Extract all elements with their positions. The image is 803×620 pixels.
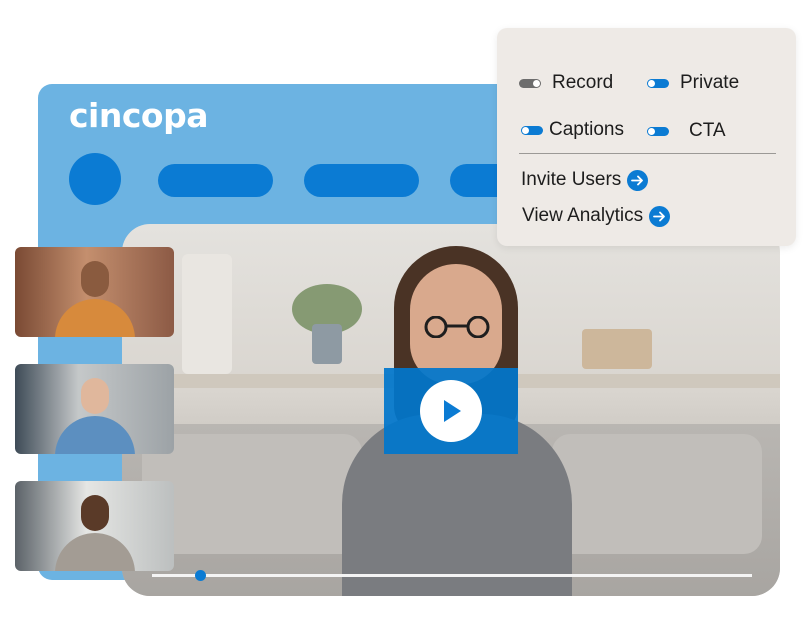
nav-item-1[interactable] xyxy=(158,164,273,197)
sofa-cushion-left xyxy=(142,434,362,554)
captions-toggle[interactable] xyxy=(521,125,543,135)
settings-panel: Record Private Captions CTA Invite Users… xyxy=(497,28,796,246)
play-icon xyxy=(444,400,461,422)
captions-label: Captions xyxy=(549,119,624,140)
invite-users-label: Invite Users xyxy=(521,169,622,190)
private-label: Private xyxy=(680,72,740,93)
background-box xyxy=(582,329,652,369)
progress-bar[interactable] xyxy=(152,570,752,581)
arrow-right-circle-icon xyxy=(627,169,649,191)
play-circle xyxy=(420,380,482,442)
participant-thumbnail-2[interactable] xyxy=(15,364,174,454)
background-lamp xyxy=(182,254,232,374)
panel-divider xyxy=(519,153,776,154)
play-button[interactable] xyxy=(384,368,518,454)
sofa-cushion-right xyxy=(552,434,762,554)
glasses-icon xyxy=(424,316,490,338)
nav-item-2[interactable] xyxy=(304,164,419,197)
record-label: Record xyxy=(552,72,614,93)
private-toggle[interactable] xyxy=(647,78,669,88)
background-plant-pot xyxy=(312,324,342,364)
nav-avatar[interactable] xyxy=(69,153,121,205)
arrow-right-circle-icon xyxy=(649,205,671,227)
record-toggle[interactable] xyxy=(519,78,541,88)
invite-users-link[interactable]: Invite Users xyxy=(521,169,649,191)
progress-handle[interactable] xyxy=(195,570,206,581)
brand-logo: cincopa xyxy=(69,96,209,135)
toggle-private[interactable]: Private xyxy=(647,72,739,94)
toggle-cta[interactable]: CTA xyxy=(647,120,726,142)
view-analytics-link[interactable]: View Analytics xyxy=(522,205,671,227)
cta-label: CTA xyxy=(689,120,726,141)
participant-thumbnail-1[interactable] xyxy=(15,247,174,337)
participant-thumbnail-3[interactable] xyxy=(15,481,174,571)
toggle-captions[interactable]: Captions xyxy=(521,119,624,141)
cta-toggle[interactable] xyxy=(647,126,669,136)
toggle-record[interactable]: Record xyxy=(519,72,613,94)
main-video[interactable] xyxy=(122,224,780,596)
view-analytics-label: View Analytics xyxy=(522,205,644,226)
